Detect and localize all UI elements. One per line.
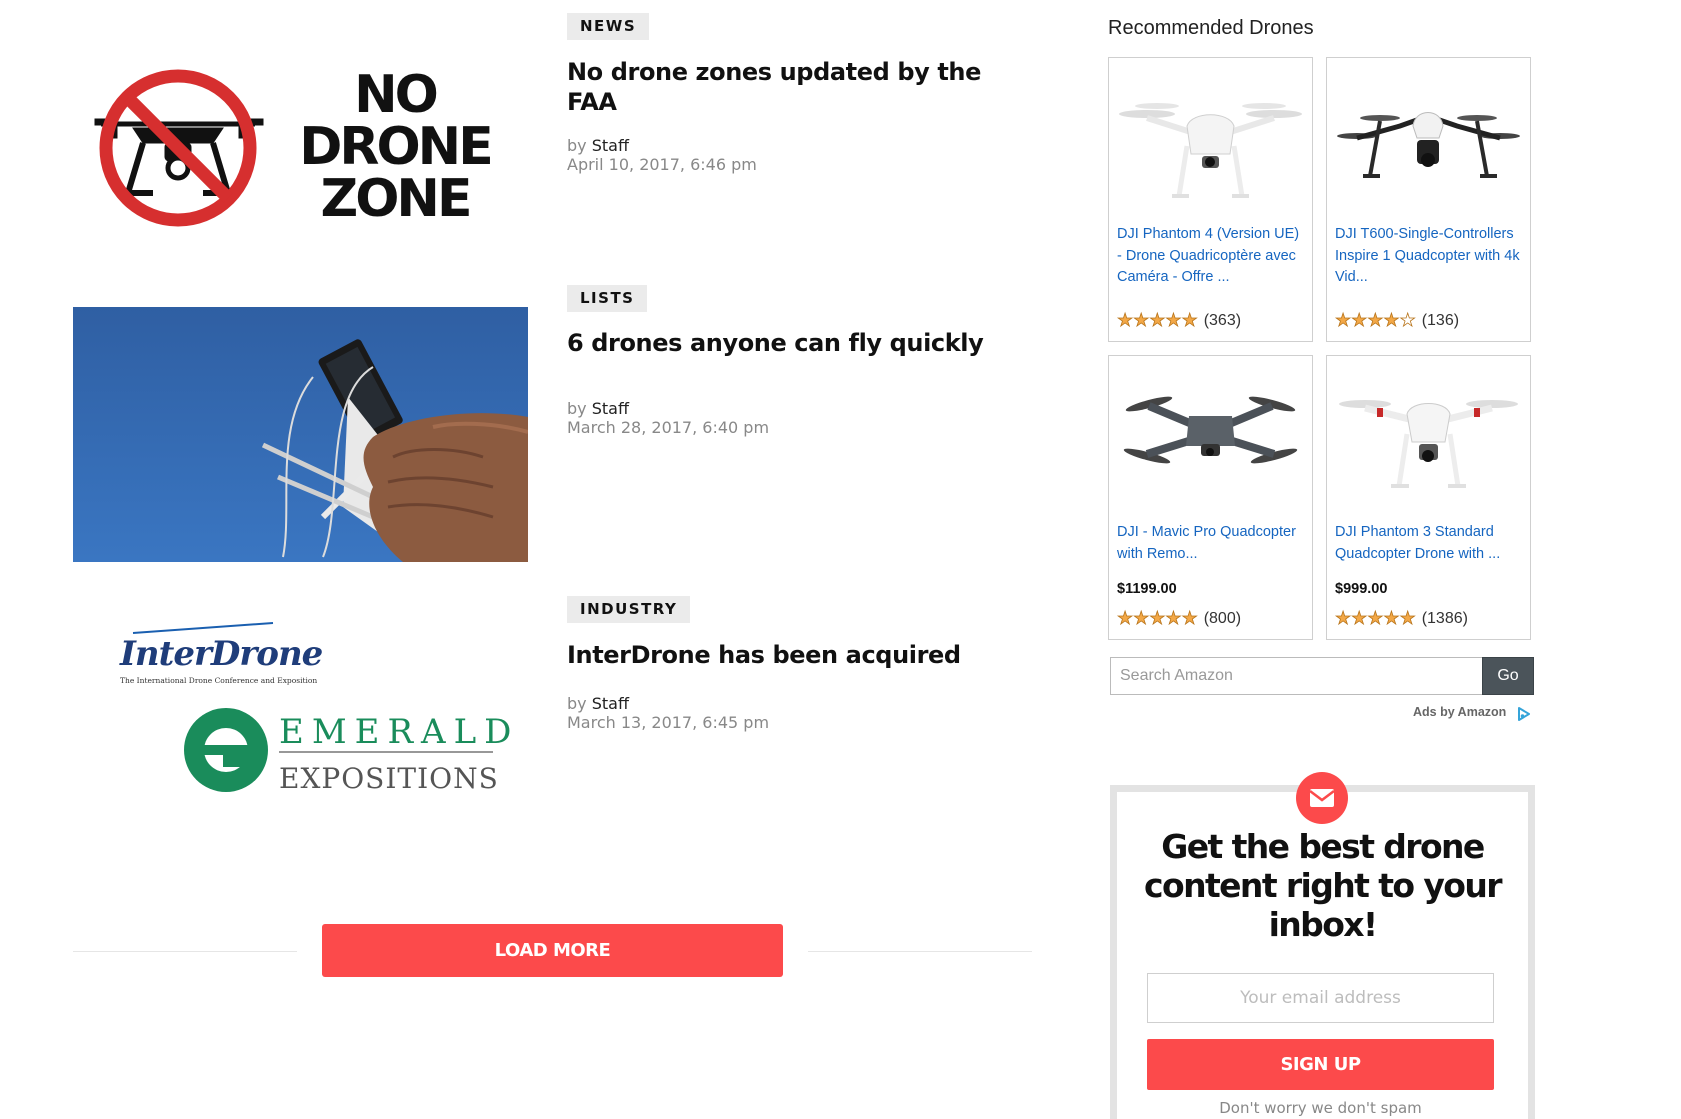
byline-prefix: by <box>567 136 587 155</box>
author-link[interactable]: Staff <box>592 399 629 418</box>
search-go-button[interactable]: Go <box>1482 657 1534 695</box>
adchoices-icon[interactable] <box>1516 706 1532 722</box>
product-rating: ★ ★ ★ ★ ★ (800) <box>1117 609 1241 629</box>
product-price: $1199.00 <box>1117 581 1177 597</box>
product-image[interactable] <box>1117 66 1304 216</box>
product-title[interactable]: DJI - Mavic Pro Quadcopter with Remo... <box>1117 522 1305 565</box>
interdrone-emerald-logo: InterDrone The International Drone Confe… <box>73 595 528 840</box>
article-card: InterDrone The International Drone Confe… <box>0 575 1100 840</box>
product-title[interactable]: DJI Phantom 3 Standard Quadcopter Drone … <box>1335 522 1523 565</box>
author-link[interactable]: Staff <box>592 136 629 155</box>
product-image[interactable] <box>1117 364 1304 514</box>
category-tag[interactable]: INDUSTRY <box>567 596 691 623</box>
article-thumbnail[interactable]: InterDrone The International Drone Confe… <box>73 595 528 840</box>
drone-controller-photo <box>73 307 528 562</box>
product-image[interactable] <box>1335 66 1522 216</box>
article-title[interactable]: InterDrone has been acquired <box>567 640 997 670</box>
product-price: $999.00 <box>1335 581 1388 597</box>
product-card[interactable]: DJI T600-Single-Controllers Inspire 1 Qu… <box>1326 57 1531 342</box>
no-spam-note: Don't worry we don't spam <box>1219 1099 1422 1117</box>
article-thumbnail[interactable] <box>73 307 528 562</box>
newsletter-headline: Get the best drone content right to your… <box>1144 827 1502 944</box>
recommended-heading: Recommended Drones <box>1108 17 1314 39</box>
article-card: LISTS 6 drones anyone can fly quickly by… <box>0 280 1100 562</box>
review-count[interactable]: (1386) <box>1422 610 1468 628</box>
byline-prefix: by <box>567 694 587 713</box>
white-red-quadcopter-icon <box>1339 400 1518 488</box>
star-rating-icon: ★ ★ ★ ★ ★ <box>1117 310 1199 331</box>
article-meta: by Staff March 28, 2017, 6:40 pm <box>567 399 769 437</box>
interdrone-logo-text: InterDrone <box>119 634 323 674</box>
product-title[interactable]: DJI T600-Single-Controllers Inspire 1 Qu… <box>1335 224 1523 289</box>
expositions-logo-text: EXPOSITIONS <box>279 762 499 795</box>
grey-foldable-drone-icon <box>1123 396 1298 464</box>
article-thumbnail[interactable]: NO DRONE ZONE <box>73 18 528 248</box>
product-card[interactable]: DJI Phantom 4 (Version UE) - Drone Quadr… <box>1108 57 1313 342</box>
product-rating: ★ ★ ★ ★ ★ (363) <box>1117 311 1241 331</box>
emerald-logo-text: EMERALD <box>279 712 519 752</box>
product-title[interactable]: DJI Phantom 4 (Version UE) - Drone Quadr… <box>1117 224 1305 289</box>
article-meta: by Staff March 13, 2017, 6:45 pm <box>567 694 769 732</box>
product-card[interactable]: DJI Phantom 3 Standard Quadcopter Drone … <box>1326 355 1531 640</box>
category-tag[interactable]: NEWS <box>567 13 650 40</box>
review-count[interactable]: (136) <box>1422 312 1459 330</box>
no-drone-zone-word-2: DRONE <box>299 117 490 177</box>
no-drone-zone-icon: NO DRONE ZONE <box>94 65 494 229</box>
article-meta: by Staff April 10, 2017, 6:46 pm <box>567 136 757 174</box>
ads-by-amazon-link[interactable]: Ads by Amazon <box>1413 705 1506 719</box>
no-drone-zone-word-1: NO <box>354 65 437 125</box>
article-date: March 28, 2017, 6:40 pm <box>567 418 770 437</box>
article-title[interactable]: 6 drones anyone can fly quickly <box>567 328 997 358</box>
divider-left <box>73 951 297 952</box>
email-input[interactable]: Your email address <box>1147 973 1494 1023</box>
article-card: NO DRONE ZONE NEWS No drone zones update… <box>0 0 1100 280</box>
byline-prefix: by <box>567 399 587 418</box>
category-tag[interactable]: LISTS <box>567 285 648 312</box>
star-rating-icon: ★ ★ ★ ★ ★ <box>1335 310 1417 331</box>
product-rating: ★ ★ ★ ★ ★ (1386) <box>1335 609 1468 629</box>
interdrone-logo-subtitle: The International Drone Conference and E… <box>120 676 317 685</box>
load-more-button[interactable]: LOAD MORE <box>322 924 783 977</box>
article-date: March 13, 2017, 6:45 pm <box>567 713 770 732</box>
envelope-icon <box>1296 772 1348 824</box>
review-count[interactable]: (800) <box>1204 610 1241 628</box>
review-count[interactable]: (363) <box>1204 312 1241 330</box>
article-date: April 10, 2017, 6:46 pm <box>567 155 757 174</box>
no-drone-zone-word-3: ZONE <box>321 169 470 229</box>
divider-right <box>808 951 1032 952</box>
product-rating: ★ ★ ★ ★ ★ (136) <box>1335 311 1459 331</box>
white-quadcopter-icon <box>1119 103 1302 198</box>
amazon-search-input[interactable]: Search Amazon <box>1110 657 1484 695</box>
star-rating-icon: ★ ★ ★ ★ ★ <box>1335 608 1417 629</box>
article-title[interactable]: No drone zones updated by the FAA <box>567 57 997 117</box>
author-link[interactable]: Staff <box>592 694 629 713</box>
product-card[interactable]: DJI - Mavic Pro Quadcopter with Remo... … <box>1108 355 1313 640</box>
signup-button[interactable]: SIGN UP <box>1147 1039 1494 1090</box>
inspire-drone-icon <box>1337 112 1520 178</box>
product-image[interactable] <box>1335 364 1522 514</box>
star-rating-icon: ★ ★ ★ ★ ★ <box>1117 608 1199 629</box>
